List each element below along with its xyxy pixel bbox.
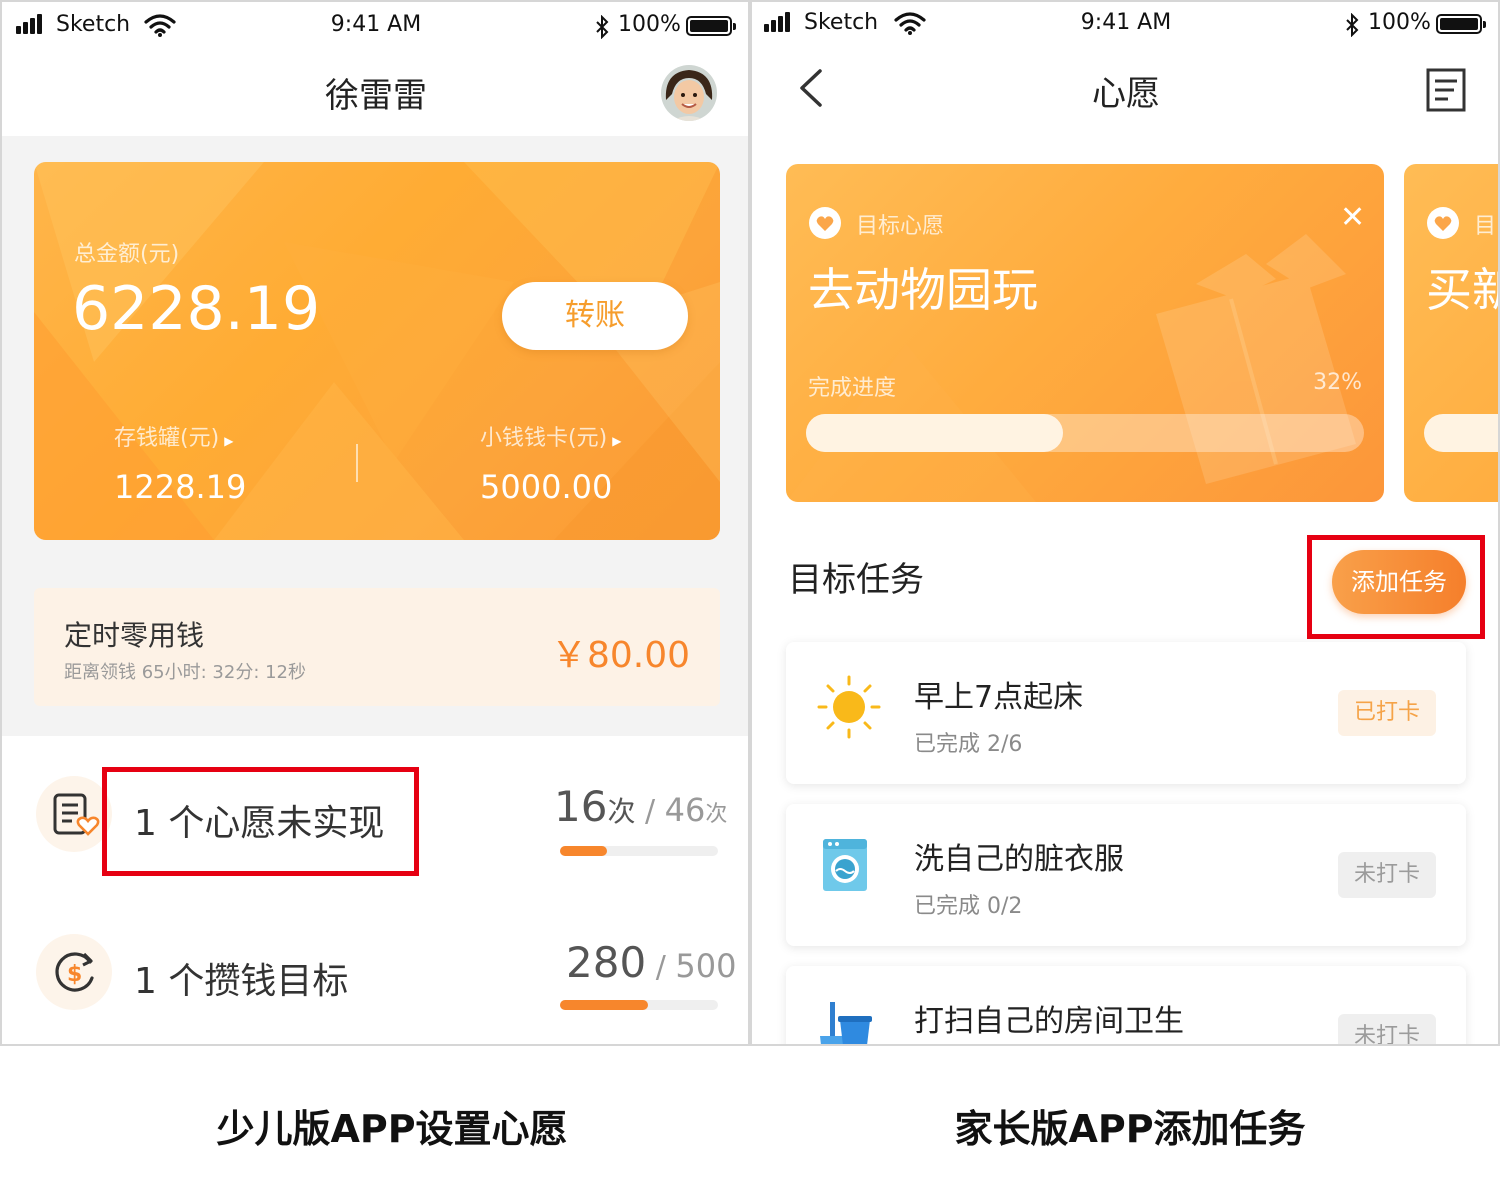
saving-amount: 280 / 500 — [566, 938, 736, 987]
total-amount-value: 6228.19 — [72, 274, 321, 344]
heart-icon — [1427, 207, 1459, 239]
status-bar: Sketch 9:41 AM 100% — [752, 2, 1498, 52]
wish-list-icon — [36, 776, 112, 852]
wish-count: 16次 / 46次 — [554, 782, 727, 831]
wallet-card-link[interactable]: 小钱钱卡(元) ▶ — [480, 420, 680, 452]
broom-bucket-icon — [820, 1002, 872, 1044]
progress-percent: 32% — [1313, 370, 1362, 395]
next-wish-tag: 目 — [1474, 214, 1497, 239]
next-wish-progress-bar — [1424, 414, 1498, 452]
saving-goal-label: 1 个攒钱目标 — [134, 961, 349, 1002]
task-progress: 已完成 0/2 — [914, 894, 1023, 919]
piggy-bank-link[interactable]: 存钱罐(元) ▶ — [114, 420, 284, 452]
task-card[interactable]: 打扫自己的房间卫生 未打卡 — [786, 966, 1466, 1044]
saving-current: 280 — [566, 938, 647, 987]
wish-count-total: 46 — [664, 791, 706, 829]
battery-percent: 100% — [618, 12, 681, 37]
saving-goal-row[interactable]: $ 1 个攒钱目标 280 / 500 — [2, 894, 748, 1044]
divider — [356, 444, 358, 482]
battery-icon — [1436, 14, 1486, 34]
chevron-right-icon: ▶ — [224, 434, 234, 448]
task-card[interactable]: 洗自己的脏衣服 已完成 0/2 未打卡 — [786, 804, 1466, 946]
sun-icon — [817, 675, 881, 739]
checkin-badge: 已打卡 — [1338, 690, 1436, 736]
saving-goal-icon: $ — [36, 934, 112, 1010]
wish-card[interactable]: 目标心愿 ✕ 去动物园玩 完成进度 32% — [786, 164, 1384, 502]
wish-count-separator: / — [635, 794, 665, 829]
progress-label: 完成进度 — [808, 376, 897, 401]
wish-title: 去动物园玩 — [808, 263, 1038, 317]
piggy-bank-value: 1228.19 — [114, 468, 247, 506]
saving-target: 500 — [675, 947, 737, 985]
transfer-button[interactable]: 转账 — [502, 282, 688, 350]
wish-progress-fill — [560, 846, 608, 856]
battery-percent: 100% — [1368, 10, 1431, 35]
avatar[interactable] — [660, 64, 718, 122]
section-title: 目标任务 — [788, 560, 924, 600]
saving-progress-bar — [560, 1000, 718, 1010]
page-title: 心愿 — [1092, 74, 1160, 114]
bluetooth-icon — [1346, 13, 1359, 37]
chevron-right-icon: ▶ — [612, 434, 622, 448]
wish-progress-fill — [806, 414, 1063, 452]
next-wish-title: 买新 — [1426, 263, 1498, 317]
pocket-money-card[interactable]: 定时零用钱 距离领钱 65小时: 32分: 12秒 ￥80.00 — [34, 588, 720, 706]
carrier-label: Sketch — [804, 10, 879, 35]
page-title: 徐雷雷 — [325, 76, 427, 116]
checkin-badge: 未打卡 — [1338, 852, 1436, 898]
saving-progress-fill — [560, 1000, 649, 1010]
clock: 9:41 AM — [330, 12, 422, 37]
parent-app-screen: Sketch 9:41 AM 100% 心愿 目标心愿 ✕ 去动物园玩 完成进度… — [750, 0, 1500, 1046]
svg-text:$: $ — [67, 962, 82, 987]
pocket-money-amount: ￥80.00 — [550, 635, 690, 676]
bluetooth-icon — [596, 15, 609, 39]
battery-icon — [686, 16, 736, 36]
kids-app-screen: Sketch 9:41 AM 100% 徐雷雷 总金额(元) 6228.19 转… — [0, 0, 750, 1046]
right-caption: 家长版APP添加任务 — [954, 1107, 1306, 1151]
wish-count-total-unit: 次 — [705, 802, 728, 827]
wish-progress-bar — [560, 846, 718, 856]
next-wish-card[interactable]: 目 买新 — [1404, 164, 1498, 502]
wish-count-done: 16 — [554, 782, 608, 831]
wallet-card-value: 5000.00 — [480, 468, 613, 506]
washing-machine-icon — [823, 839, 867, 891]
highlight-box — [1307, 535, 1485, 639]
task-title: 洗自己的脏衣服 — [914, 842, 1124, 877]
piggy-bank-label: 存钱罐(元) — [114, 426, 220, 451]
wish-tag: 目标心愿 — [856, 214, 945, 239]
wish-progress-bar — [806, 414, 1364, 452]
total-amount-label: 总金额(元) — [74, 242, 180, 267]
pocket-money-title: 定时零用钱 — [64, 619, 205, 652]
wifi-icon — [894, 12, 926, 35]
pocket-money-countdown: 距离领钱 65小时: 32分: 12秒 — [64, 662, 307, 683]
saving-separator: / — [646, 950, 676, 985]
records-icon[interactable] — [1426, 68, 1466, 112]
close-icon[interactable]: ✕ — [1340, 200, 1365, 236]
wish-count-done-unit: 次 — [607, 795, 636, 828]
wifi-icon — [144, 14, 176, 37]
clock: 9:41 AM — [1080, 10, 1172, 35]
left-caption: 少儿版APP设置心愿 — [216, 1107, 568, 1151]
checkin-badge: 未打卡 — [1338, 1014, 1436, 1044]
wallet-card-label: 小钱钱卡(元) — [480, 426, 608, 451]
status-bar: Sketch 9:41 AM 100% — [2, 2, 748, 52]
task-title: 早上7点起床 — [914, 680, 1084, 715]
task-title: 打扫自己的房间卫生 — [914, 1004, 1184, 1039]
task-progress: 已完成 2/6 — [914, 732, 1023, 757]
heart-icon — [809, 207, 841, 239]
highlight-box — [102, 767, 419, 876]
back-arrow-icon[interactable] — [796, 68, 824, 108]
task-card[interactable]: 早上7点起床 已完成 2/6 已打卡 — [786, 642, 1466, 784]
carrier-label: Sketch — [56, 12, 131, 37]
balance-card: 总金额(元) 6228.19 转账 存钱罐(元) ▶ 1228.19 小钱钱卡(… — [34, 162, 720, 540]
